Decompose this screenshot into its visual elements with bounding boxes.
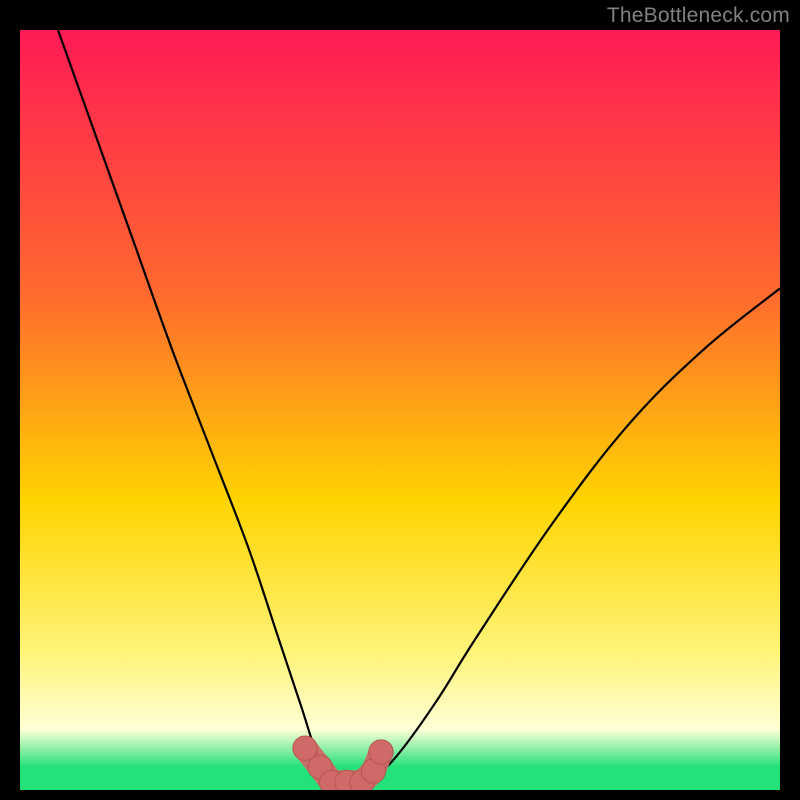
watermark-text: TheBottleneck.com xyxy=(607,4,790,28)
chart-stage: TheBottleneck.com xyxy=(0,0,800,800)
gradient-background xyxy=(20,30,780,790)
bottleneck-chart xyxy=(0,0,800,800)
valley-marker xyxy=(369,740,393,764)
